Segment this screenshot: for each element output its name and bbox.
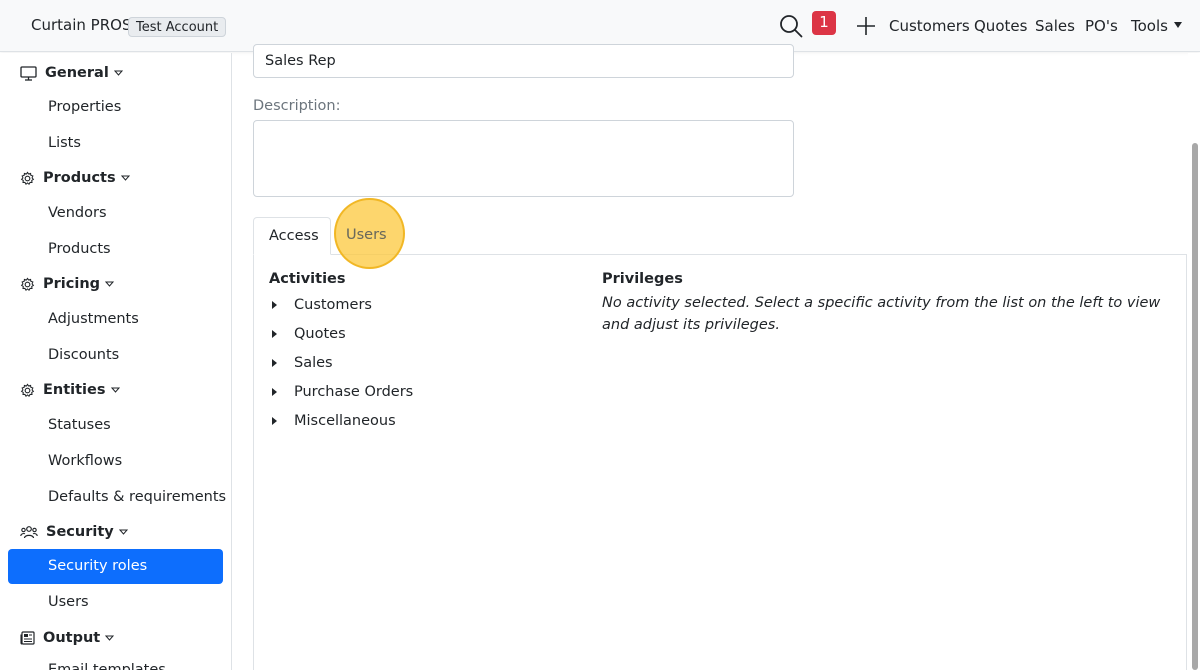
activity-label: Sales xyxy=(294,355,333,371)
activity-sales[interactable]: Sales xyxy=(272,353,333,373)
privileges-empty-message: No activity selected. Select a specific … xyxy=(602,295,1161,333)
chevron-down-icon xyxy=(105,635,115,641)
privileges-heading: Privileges xyxy=(602,271,683,287)
caret-right-icon[interactable] xyxy=(272,301,277,309)
sidebar-item-vendors[interactable]: Vendors xyxy=(48,205,107,221)
sidebar-item-security-roles[interactable]: Security roles xyxy=(8,549,223,584)
role-name-input[interactable]: Sales Rep xyxy=(253,44,794,78)
caret-right-icon[interactable] xyxy=(272,359,277,367)
sidebar-item-lists[interactable]: Lists xyxy=(48,135,81,151)
gear-icon xyxy=(20,277,35,291)
chevron-down-icon xyxy=(110,387,120,393)
account-badge: Test Account xyxy=(128,17,227,37)
sidebar-item-label: Security roles xyxy=(48,558,148,574)
sidebar-section-general[interactable]: General xyxy=(20,62,131,84)
plus-icon[interactable] xyxy=(856,16,876,36)
notification-badge[interactable]: 1 xyxy=(812,11,836,35)
description-textarea[interactable] xyxy=(253,120,794,197)
newspaper-icon xyxy=(20,631,35,645)
scrollbar-thumb[interactable] xyxy=(1192,143,1198,670)
sidebar-item-defaults[interactable]: Defaults & requirements xyxy=(48,489,226,505)
sidebar-section-label: General xyxy=(45,65,109,81)
tab-access[interactable]: Access xyxy=(253,217,331,255)
sidebar-item-adjustments[interactable]: Adjustments xyxy=(48,311,139,327)
activity-label: Miscellaneous xyxy=(294,413,396,429)
chevron-down-icon xyxy=(118,529,128,535)
sidebar-item-statuses[interactable]: Statuses xyxy=(48,417,111,433)
sidebar-section-label: Security xyxy=(46,524,114,540)
caret-right-icon[interactable] xyxy=(272,330,277,338)
role-name-value: Sales Rep xyxy=(265,53,336,69)
sidebar-section-products[interactable]: Products xyxy=(20,167,138,189)
caret-right-icon[interactable] xyxy=(272,417,277,425)
sidebar-section-label: Output xyxy=(43,630,101,646)
sidebar-item-discounts[interactable]: Discounts xyxy=(48,347,119,363)
nav-tools[interactable]: Tools xyxy=(1131,17,1168,35)
chevron-down-icon xyxy=(113,70,123,76)
sidebar-item-users[interactable]: Users xyxy=(48,594,89,610)
activity-label: Purchase Orders xyxy=(294,384,414,400)
activity-label: Customers xyxy=(294,297,372,313)
sidebar-item-properties[interactable]: Properties xyxy=(48,99,121,115)
activities-heading: Activities xyxy=(269,271,346,287)
nav-customers[interactable]: Customers xyxy=(889,17,970,35)
activity-miscellaneous[interactable]: Miscellaneous xyxy=(272,411,396,431)
users-icon xyxy=(20,525,38,538)
tab-users-label[interactable]: Users xyxy=(346,227,387,243)
nav-sales[interactable]: Sales xyxy=(1035,17,1075,35)
monitor-icon xyxy=(20,65,37,81)
chevron-down-icon xyxy=(105,281,115,287)
sidebar-section-security[interactable]: Security xyxy=(20,521,136,543)
tools-caret-icon[interactable] xyxy=(1174,22,1182,28)
activity-quotes[interactable]: Quotes xyxy=(272,324,346,344)
sidebar-section-label: Entities xyxy=(43,382,106,398)
brand-name[interactable]: Curtain PROS xyxy=(31,16,131,34)
nav-pos[interactable]: PO's xyxy=(1085,17,1118,35)
description-label: Description: xyxy=(253,98,341,114)
sidebar-section-label: Pricing xyxy=(43,276,101,292)
sidebar-section-entities[interactable]: Entities xyxy=(20,379,128,401)
sidebar-item-products[interactable]: Products xyxy=(48,241,111,257)
activity-label: Quotes xyxy=(294,326,346,342)
gear-icon xyxy=(20,383,35,397)
settings-sidebar: General Properties Lists Products Vendor… xyxy=(0,53,232,670)
sidebar-item-workflows[interactable]: Workflows xyxy=(48,453,122,469)
activity-purchase-orders[interactable]: Purchase Orders xyxy=(272,382,413,402)
sidebar-item-email-templates[interactable]: Email templates xyxy=(48,662,166,670)
nav-quotes[interactable]: Quotes xyxy=(974,17,1027,35)
gear-icon xyxy=(20,171,35,185)
tab-access-label: Access xyxy=(269,228,319,244)
sidebar-section-label: Products xyxy=(43,170,116,186)
search-icon[interactable] xyxy=(779,14,803,38)
activity-customers[interactable]: Customers xyxy=(272,295,372,315)
sidebar-section-output[interactable]: Output xyxy=(20,627,122,649)
caret-right-icon[interactable] xyxy=(272,388,277,396)
chevron-down-icon xyxy=(120,175,130,181)
sidebar-section-pricing[interactable]: Pricing xyxy=(20,273,122,295)
